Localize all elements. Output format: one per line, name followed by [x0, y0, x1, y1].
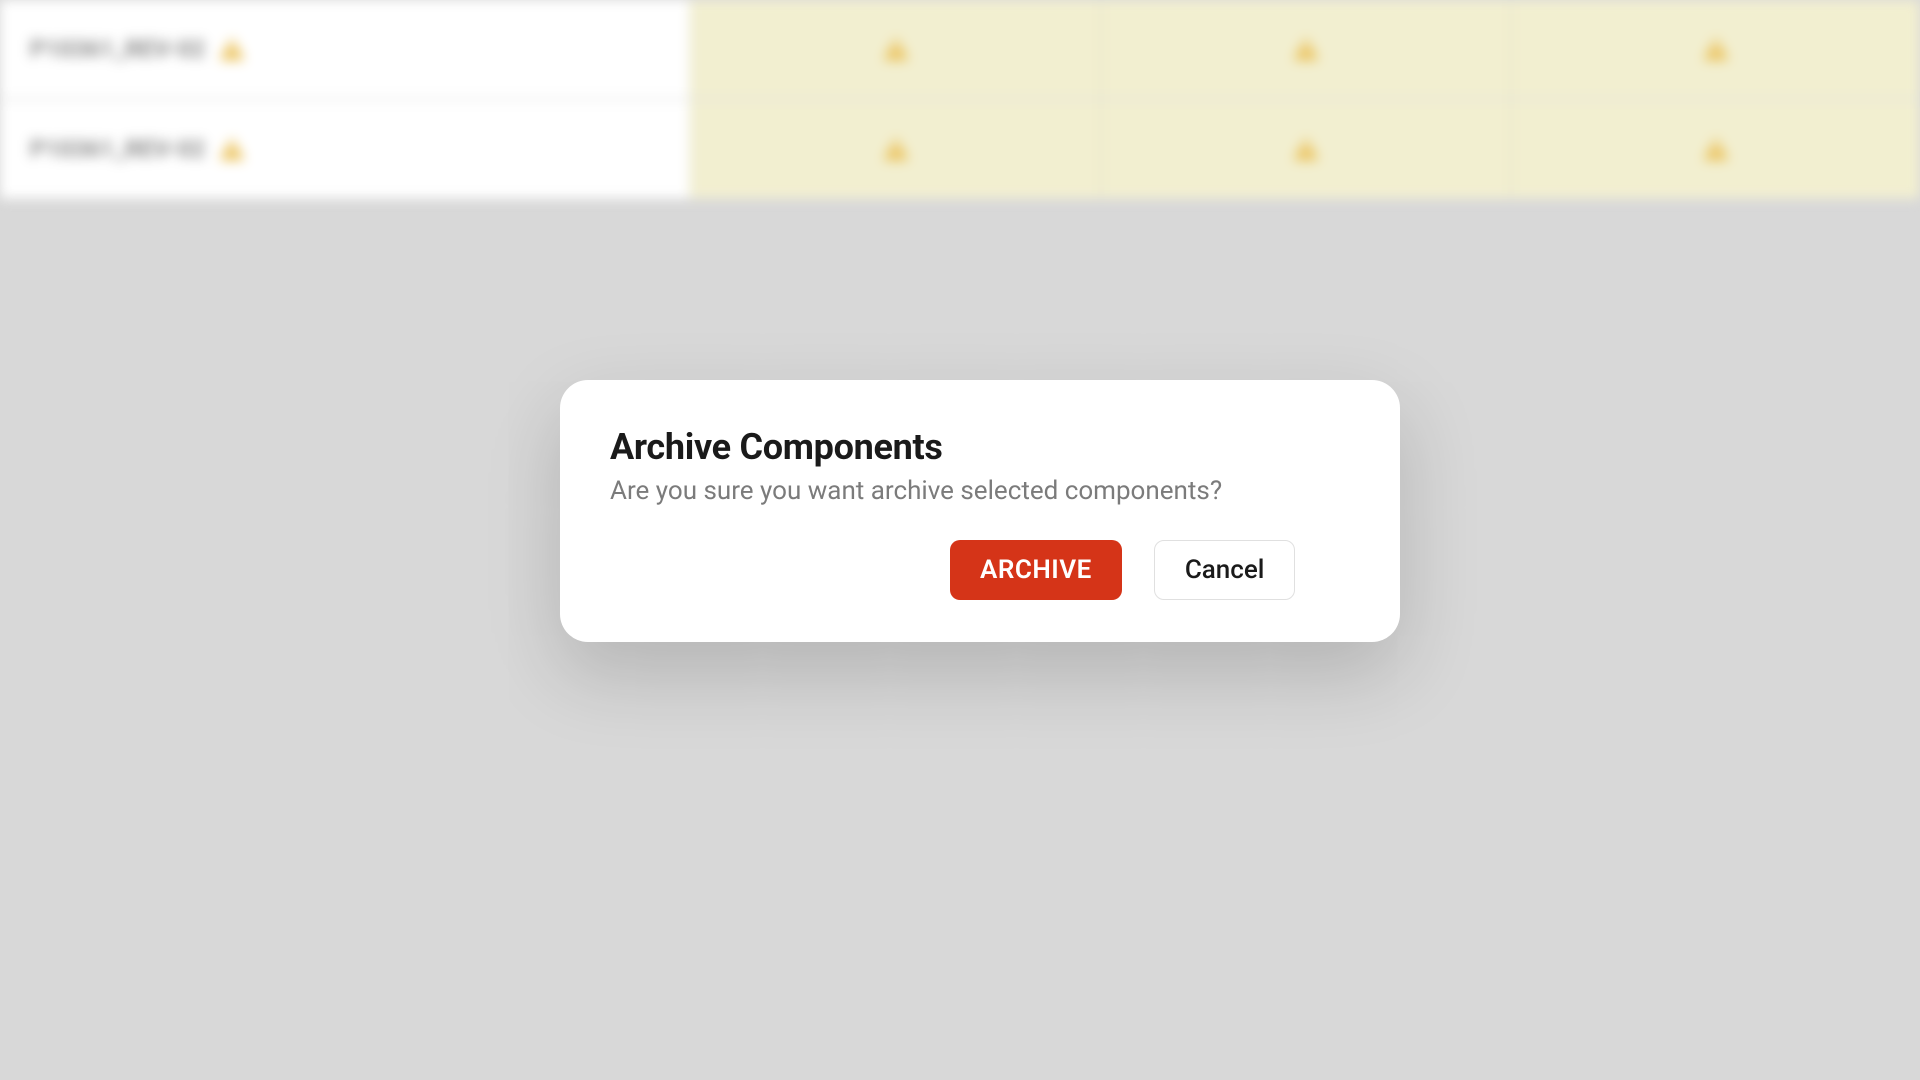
- archive-confirmation-dialog: Archive Components Are you sure you want…: [560, 380, 1400, 642]
- dialog-actions: ARCHIVE Cancel: [610, 540, 1350, 600]
- cancel-button[interactable]: Cancel: [1154, 540, 1296, 600]
- modal-overlay: Archive Components Are you sure you want…: [0, 0, 1920, 1080]
- archive-button[interactable]: ARCHIVE: [950, 540, 1122, 600]
- dialog-title: Archive Components: [610, 426, 1350, 468]
- dialog-message: Are you sure you want archive selected c…: [610, 476, 1350, 506]
